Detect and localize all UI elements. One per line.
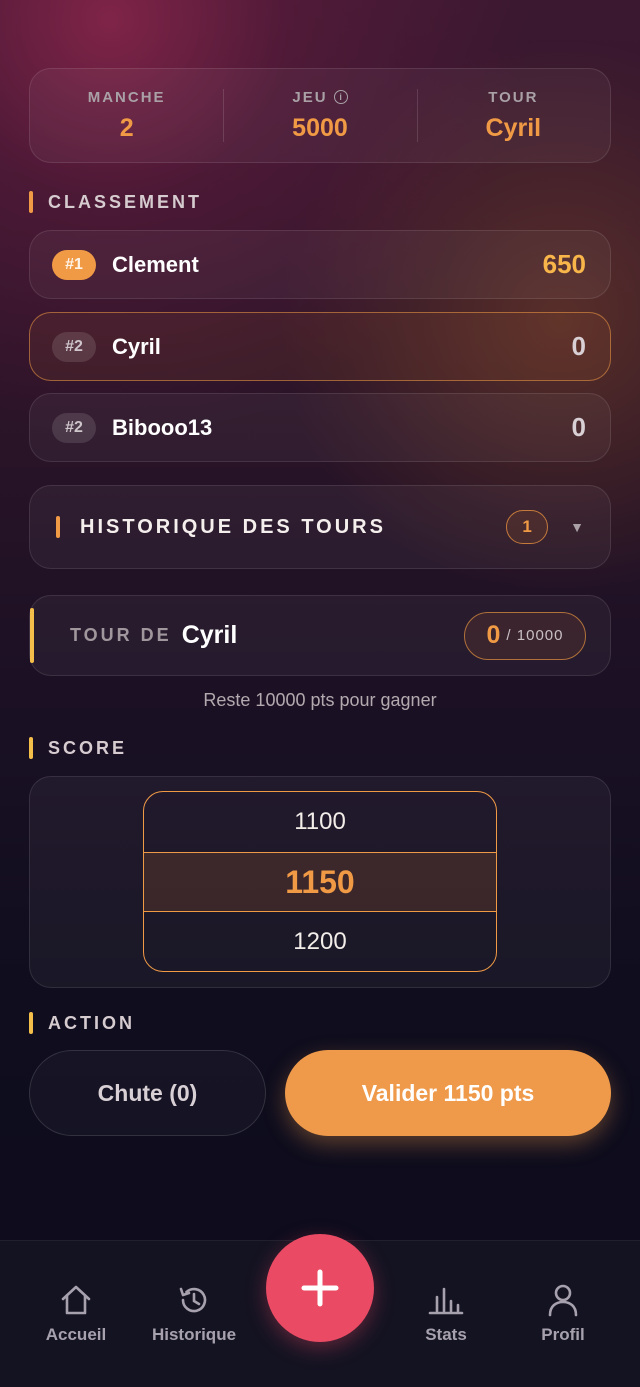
ranking-row-1[interactable]: #1 Clement 650: [29, 230, 611, 299]
player-name: Bibooo13: [112, 414, 213, 440]
nav-stats-label: Stats: [425, 1325, 467, 1344]
rank-badge: #1: [52, 249, 96, 280]
stat-tour-value: Cyril: [485, 113, 542, 142]
score-section-title: SCORE: [29, 737, 127, 759]
stat-manche-value: 2: [119, 113, 134, 142]
player-name: Clement: [112, 251, 199, 277]
score-option[interactable]: 1200: [144, 912, 496, 971]
user-icon: [548, 1284, 578, 1317]
section-accent-bar: [29, 191, 33, 213]
rank-badge: #2: [52, 412, 96, 443]
plus-icon: [301, 1269, 339, 1307]
turn-target-score: / 10000: [506, 627, 564, 644]
ranking-row-3[interactable]: #2 Bibooo13 0: [29, 393, 611, 462]
history-title: HISTORIQUE DES TOURS: [80, 515, 386, 538]
score-title-text: SCORE: [48, 737, 128, 758]
nav-history[interactable]: Historique: [134, 1283, 254, 1345]
section-accent-bar: [29, 1012, 33, 1034]
chevron-down-icon: ▼: [570, 519, 584, 535]
nav-home-label: Accueil: [45, 1325, 107, 1344]
history-icon: [179, 1287, 207, 1313]
score-option-selected[interactable]: 1150: [144, 852, 496, 912]
ranking-section-title: CLASSEMENT: [29, 191, 202, 213]
info-icon[interactable]: i: [333, 90, 348, 104]
turn-label: TOUR DE: [70, 625, 172, 645]
game-stats-card: MANCHE 2 JEU i 5000 TOUR Cyril: [29, 68, 611, 163]
score-picker[interactable]: 1100 1150 1200: [143, 791, 497, 972]
stat-tour: TOUR Cyril: [416, 69, 610, 162]
player-score: 0: [571, 331, 586, 361]
stat-tour-label: TOUR: [488, 88, 539, 106]
stat-jeu-label-wrap: JEU i: [292, 88, 348, 106]
validate-button[interactable]: Valider 1150 pts: [285, 1050, 611, 1136]
stat-manche: MANCHE 2: [30, 69, 223, 162]
chute-button[interactable]: Chute (0): [29, 1050, 266, 1136]
stat-jeu: JEU i 5000: [223, 69, 416, 162]
section-accent-bar: [56, 516, 60, 538]
rank-badge: #2: [52, 331, 96, 362]
home-icon: [61, 1285, 91, 1315]
current-turn-card: TOUR DE Cyril 0 / 10000: [29, 595, 611, 676]
stat-jeu-label: JEU: [292, 88, 328, 106]
player-score: 650: [542, 249, 586, 279]
nav-profile[interactable]: Profil: [503, 1283, 623, 1345]
section-accent-bar: [29, 737, 33, 759]
add-button[interactable]: [266, 1234, 374, 1342]
history-toggle[interactable]: HISTORIQUE DES TOURS 1 ▼: [29, 485, 611, 569]
turn-current-score: 0: [486, 621, 501, 649]
player-score: 0: [571, 412, 586, 442]
nav-history-label: Historique: [151, 1325, 237, 1344]
player-name: Cyril: [112, 333, 161, 359]
turn-player-name: Cyril: [181, 621, 238, 649]
bar-chart-icon: [428, 1287, 464, 1315]
action-section-title: ACTION: [29, 1012, 135, 1034]
stat-jeu-value: 5000: [292, 113, 348, 142]
ranking-title-text: CLASSEMENT: [48, 191, 203, 212]
remaining-points-text: Reste 10000 pts pour gagner: [203, 690, 437, 710]
score-option[interactable]: 1100: [144, 792, 496, 852]
nav-home[interactable]: Accueil: [16, 1283, 136, 1345]
nav-profile-label: Profil: [541, 1325, 585, 1344]
history-count-badge: 1: [506, 510, 549, 544]
nav-stats[interactable]: Stats: [386, 1283, 506, 1345]
ranking-row-2[interactable]: #2 Cyril 0: [29, 312, 611, 381]
stat-manche-label: MANCHE: [87, 88, 166, 106]
turn-progress-pill: 0 / 10000: [464, 611, 586, 660]
action-title-text: ACTION: [48, 1012, 135, 1033]
